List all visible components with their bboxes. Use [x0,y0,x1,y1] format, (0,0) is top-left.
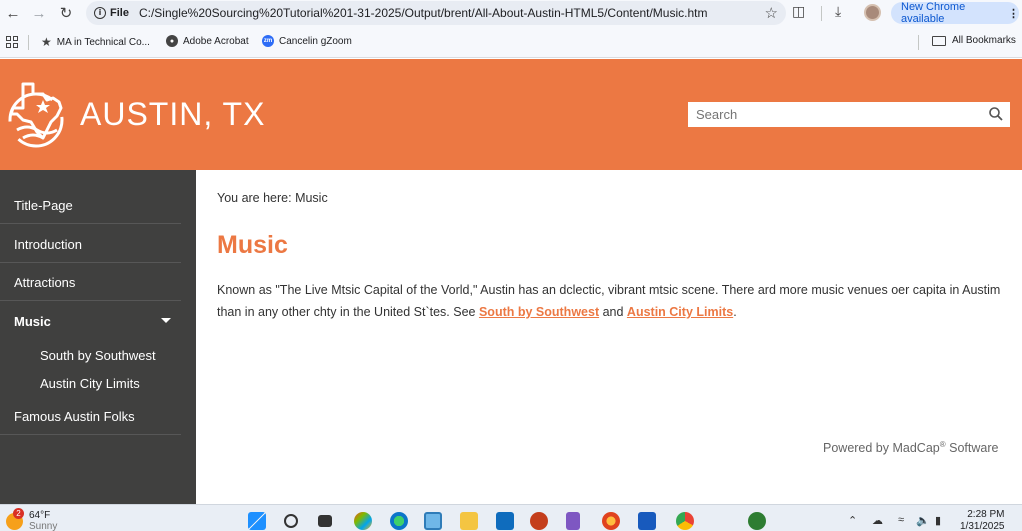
site-title[interactable]: AUSTIN, TX [80,96,265,133]
bookmarks-bar: ★ MA in Technical Co... ● Adobe Acrobat … [0,27,1022,58]
folder-icon [932,35,946,46]
zoom-logo-icon: zm [262,35,274,47]
globe-icon: ● [166,35,178,47]
battery-icon[interactable]: ▮ [935,514,941,527]
windows-taskbar: 2 64°F Sunny ⌃ ☁ ≈ 🔈 ▮ 2:28 PM 1/31/2025 [0,504,1022,531]
sun-icon: 2 [6,508,24,530]
divider [0,223,181,224]
sidebar-subitem-south-by-southwest[interactable]: South by Southwest [40,348,156,363]
back-arrow-icon[interactable]: ← [2,2,24,24]
weather-widget[interactable]: 2 64°F Sunny [6,508,58,531]
copilot-icon[interactable] [354,512,372,530]
chevron-down-icon[interactable] [161,318,171,323]
sidebar-item-attractions[interactable]: Attractions [0,263,196,301]
powered-text: Powered by MadCap [823,441,940,456]
word-icon[interactable] [638,512,656,530]
search-taskbar-icon[interactable] [284,514,298,528]
file-explorer-icon[interactable] [460,512,478,530]
forward-arrow-icon[interactable]: → [28,2,50,24]
cloud-sync-icon[interactable]: ☁ [872,514,883,527]
sidebar-subitem-austin-city-limits[interactable]: Austin City Limits [40,376,140,391]
outlook-icon[interactable] [496,512,514,530]
sidebar-item-introduction[interactable]: Introduction [0,225,196,263]
sidebar-item-title-page[interactable]: Title-Page [0,186,196,224]
paragraph-text: . [733,305,737,319]
bookmark-star-icon[interactable]: ☆ [765,4,778,22]
extensions-icon[interactable]: ◫ [792,3,805,20]
texas-star-logo-icon[interactable] [3,78,69,150]
toolbar-divider [821,6,822,21]
bookmark-label: Cancelin gZoom [279,35,352,47]
bookmark-label: Adobe Acrobat [183,35,249,47]
sidebar-nav: Title-Page Introduction Attractions Musi… [0,170,196,504]
app-icon[interactable] [748,512,766,530]
edge-browser-icon[interactable] [390,512,408,530]
chrome-update-button[interactable]: New Chrome available ⋮ [891,1,1019,25]
profile-avatar[interactable] [864,4,881,21]
austin-city-limits-link[interactable]: Austin City Limits [627,305,733,319]
weather-condition: Sunny [29,521,58,531]
sidebar-item-label: Attractions [14,274,76,290]
wifi-icon[interactable]: ≈ [898,514,904,526]
page-title: Music [217,231,288,259]
all-bookmarks-label: All Bookmarks [952,35,1016,46]
browser-toolbar: ← → ↻ i File C:/Single%20Sourcing%20Tuto… [0,0,1022,27]
breadcrumb: You are here: Music [217,191,328,205]
all-bookmarks-button[interactable]: All Bookmarks [932,35,1016,46]
divider [0,434,181,435]
sidebar-item-label: Famous Austin Folks [14,408,135,424]
search-icon[interactable] [988,106,1004,122]
update-label: New Chrome available [901,1,966,25]
file-label: File [110,7,129,19]
powerpoint-icon[interactable] [530,512,548,530]
kebab-menu-icon[interactable]: ⋮ [1008,7,1019,20]
notification-badge: 2 [13,508,24,519]
bookmark-ma-technical[interactable]: ★ MA in Technical Co... [41,35,150,49]
photos-icon[interactable] [424,512,442,530]
reload-icon[interactable]: ↻ [55,2,77,24]
sidebar-item-label: Title-Page [14,197,73,213]
divider [0,300,181,301]
powered-by-madcap[interactable]: Powered by MadCap® Software [823,440,998,455]
bookmark-label: MA in Technical Co... [56,36,150,48]
sidebar-item-famous-austin-folks[interactable]: Famous Austin Folks [0,397,196,435]
apps-grid-icon[interactable] [6,36,18,48]
download-icon[interactable]: ⤓ [835,3,841,20]
url-text[interactable]: C:/Single%20Sourcing%20Tutorial%201-31-2… [139,6,739,20]
info-icon[interactable]: i [94,7,106,19]
sidebar-item-music[interactable]: Music [0,302,196,340]
clock-date: 1/31/2025 [960,521,1005,531]
powered-text: Software [945,441,999,456]
windows-start-icon[interactable] [248,512,266,530]
south-by-southwest-link[interactable]: South by Southwest [479,305,599,319]
search-input[interactable] [688,102,1010,127]
chevron-up-icon[interactable]: ⌃ [848,514,857,527]
paragraph-text: and [599,305,627,319]
bookmark-cancelin-gzoom[interactable]: zm Cancelin gZoom [262,35,352,47]
task-view-icon[interactable] [318,515,332,527]
temperature: 64°F [29,510,51,521]
volume-icon[interactable]: 🔈 [916,514,930,527]
sidebar-item-label: Introduction [14,236,82,252]
bookmarks-divider [28,35,29,50]
bookmarks-divider [918,35,919,50]
body-paragraph: Known as "The Live Mtsic Capital of the … [217,279,1007,323]
system-clock[interactable]: 2:28 PM 1/31/2025 [960,509,1005,531]
address-bar[interactable]: i File C:/Single%20Sourcing%20Tutorial%2… [86,1,786,25]
clock-time: 2:28 PM [967,509,1005,520]
bookmark-adobe-acrobat[interactable]: ● Adobe Acrobat [166,35,249,47]
firefox-icon[interactable] [602,512,620,530]
star-bookmark-icon: ★ [41,35,52,49]
snipping-tool-icon[interactable] [566,512,580,530]
sidebar-item-label: Music [14,313,51,329]
chrome-icon[interactable] [676,512,694,530]
